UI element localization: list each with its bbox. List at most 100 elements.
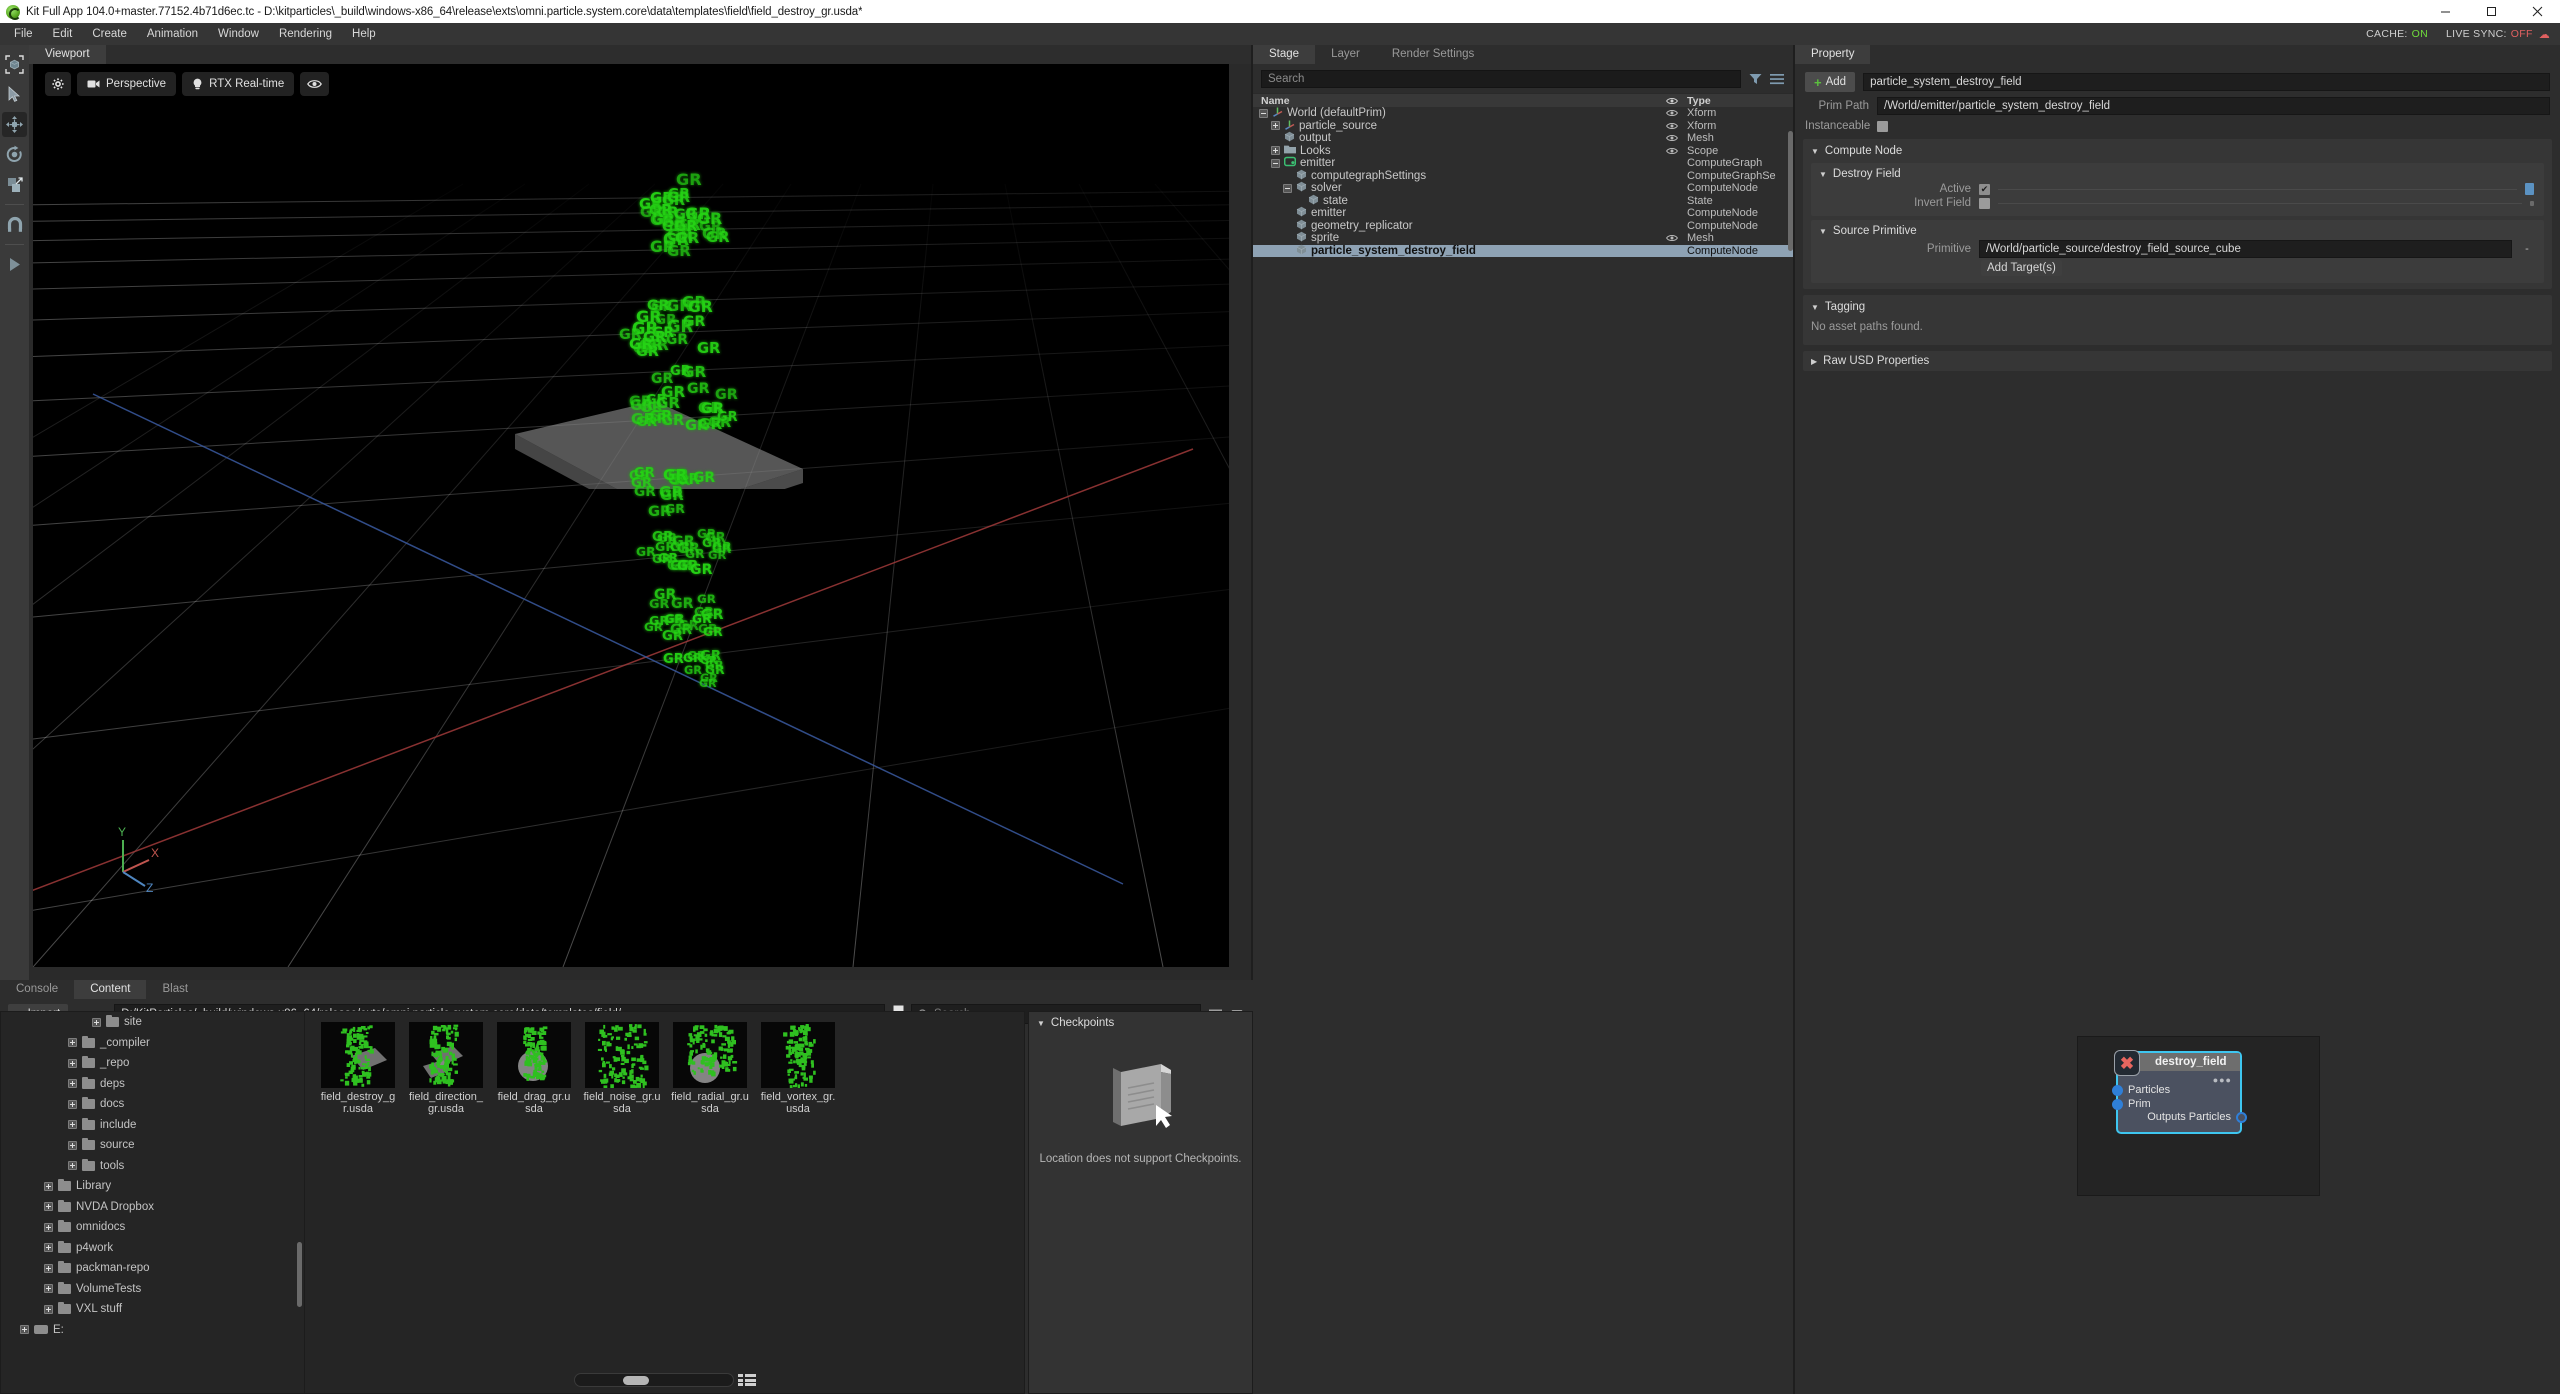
add-targets-button[interactable]: Add Target(s) — [1981, 260, 2062, 276]
tab-viewport[interactable]: Viewport — [29, 45, 106, 64]
folder-tree-row[interactable]: omnidocs — [1, 1217, 304, 1238]
file-card[interactable]: field_vortex_gr.usda — [759, 1022, 837, 1115]
viewport-settings-button[interactable] — [45, 72, 71, 96]
tab-console[interactable]: Console — [0, 980, 75, 999]
folder-expander-toggle[interactable] — [68, 1140, 77, 1150]
menu-help[interactable]: Help — [342, 24, 386, 44]
node-input-particles[interactable]: Particles — [2112, 1083, 2240, 1097]
tab-blast[interactable]: Blast — [146, 980, 205, 999]
folder-tree-row[interactable]: tools — [1, 1156, 304, 1177]
folder-tree-row[interactable]: E: — [1, 1320, 304, 1341]
folder-expander-toggle[interactable] — [44, 1243, 53, 1253]
stage-row-visibility-icon[interactable] — [1661, 147, 1683, 155]
prim-path-field[interactable]: /World/emitter/particle_system_destroy_f… — [1877, 97, 2550, 115]
source-primitive-section-header[interactable]: ▼ Source Primitive — [1811, 223, 2544, 239]
file-card[interactable]: field_radial_gr.usda — [671, 1022, 749, 1115]
stage-row-visibility-icon[interactable] — [1661, 234, 1683, 242]
stage-tree-row[interactable]: output Mesh — [1253, 132, 1793, 145]
stage-tree-row[interactable]: particle_system_destroy_field ComputeNode — [1253, 244, 1793, 257]
folder-tree-row[interactable]: deps — [1, 1074, 304, 1095]
folder-tree-scrollbar[interactable] — [297, 1242, 302, 1307]
stage-tree-row[interactable]: solver ComputeNode — [1253, 182, 1793, 195]
folder-tree-row[interactable]: VXL stuff — [1, 1299, 304, 1320]
tab-stage[interactable]: Stage — [1253, 45, 1316, 64]
stage-tree-row[interactable]: sprite Mesh — [1253, 232, 1793, 245]
stage-tree-row[interactable]: state State — [1253, 194, 1793, 208]
stage-tree-row[interactable]: emitter ComputeNode — [1253, 207, 1793, 220]
folder-tree-row[interactable]: source — [1, 1135, 304, 1156]
file-card[interactable]: field_drag_gr.usda — [495, 1022, 573, 1115]
node-graph-overlay[interactable]: destroy_field ✖ ●●● Particles Prim Outpu… — [2077, 1036, 2320, 1196]
camera-selector-button[interactable]: Perspective — [77, 72, 177, 96]
file-card[interactable]: field_noise_gr.usda — [583, 1022, 661, 1115]
invert-slider-knob[interactable] — [2530, 200, 2534, 206]
play-tool-icon[interactable] — [2, 252, 27, 277]
folder-tree-row[interactable]: site — [1, 1012, 304, 1033]
tree-expander-toggle[interactable] — [1271, 158, 1280, 168]
node-overflow-dots[interactable]: ●●● — [2213, 1075, 2232, 1085]
menu-rendering[interactable]: Rendering — [269, 24, 342, 44]
stage-filter-icon[interactable] — [1747, 71, 1763, 87]
active-slider-track[interactable] — [1998, 188, 2517, 190]
menu-animation[interactable]: Animation — [137, 24, 208, 44]
tab-property[interactable]: Property — [1795, 45, 1871, 64]
render-mode-button[interactable]: RTX Real-time — [182, 72, 295, 96]
minimize-button[interactable] — [2422, 0, 2468, 23]
tree-expander-toggle[interactable] — [1271, 121, 1280, 131]
folder-tree-row[interactable]: VolumeTests — [1, 1279, 304, 1300]
stage-tree-row[interactable]: World (defaultPrim) Xform — [1253, 107, 1793, 120]
stage-options-menu-icon[interactable] — [1769, 71, 1785, 87]
folder-expander-toggle[interactable] — [92, 1017, 101, 1027]
menu-file[interactable]: File — [4, 24, 43, 44]
folder-tree-row[interactable]: _repo — [1, 1053, 304, 1074]
file-card[interactable]: field_direction_gr.usda — [407, 1022, 485, 1115]
folder-expander-toggle[interactable] — [44, 1202, 53, 1212]
tree-expander-toggle[interactable] — [1259, 108, 1268, 118]
stage-row-visibility-icon[interactable] — [1661, 122, 1683, 130]
input-port-icon[interactable] — [2112, 1098, 2123, 1110]
stage-tree-row[interactable]: particle_source Xform — [1253, 120, 1793, 133]
raw-usd-section-header[interactable]: ▶ Raw USD Properties — [1803, 353, 2552, 369]
instanceable-checkbox[interactable] — [1877, 120, 1888, 132]
input-port-icon[interactable] — [2112, 1084, 2123, 1096]
folder-expander-toggle[interactable] — [44, 1263, 53, 1273]
stage-search-input[interactable]: Search — [1261, 70, 1741, 88]
stage-tree-row[interactable]: Looks Scope — [1253, 145, 1793, 158]
active-slider-knob[interactable] — [2525, 183, 2534, 195]
output-port-icon[interactable] — [2236, 1111, 2247, 1123]
stage-tree-row[interactable]: computegraphSettings ComputeGraphSe — [1253, 169, 1793, 183]
folder-tree[interactable]: site _compiler _repo deps docs include source t… — [0, 1011, 305, 1394]
primitive-remove-button[interactable]: - — [2520, 243, 2534, 255]
folder-expander-toggle[interactable] — [68, 1038, 77, 1048]
folder-tree-row[interactable]: include — [1, 1115, 304, 1136]
folder-tree-row[interactable]: packman-repo — [1, 1258, 304, 1279]
tab-render-settings[interactable]: Render Settings — [1375, 45, 1491, 64]
destroy-field-section-header[interactable]: ▼ Destroy Field — [1811, 166, 2544, 182]
rotate-tool-icon[interactable] — [2, 142, 27, 167]
folder-expander-toggle[interactable] — [44, 1284, 53, 1294]
thumbnail-size-slider-knob[interactable] — [622, 1376, 649, 1385]
folder-expander-toggle[interactable] — [68, 1058, 77, 1068]
folder-expander-toggle[interactable] — [44, 1222, 53, 1232]
file-card[interactable]: field_destroy_gr.usda — [319, 1022, 397, 1115]
node-output-particles[interactable]: Outputs Particles — [2147, 1111, 2247, 1123]
file-grid[interactable]: field_destroy_gr.usda field_direction_gr.… — [305, 1011, 1025, 1394]
folder-expander-toggle[interactable] — [68, 1120, 77, 1130]
stage-scrollbar[interactable] — [1788, 131, 1793, 251]
compute-node-section-header[interactable]: ▼ Compute Node — [1803, 143, 2552, 159]
folder-tree-row[interactable]: p4work — [1, 1238, 304, 1259]
thumbnail-size-slider[interactable] — [573, 1373, 734, 1387]
tree-expander-toggle[interactable] — [1271, 146, 1280, 156]
stage-tree-row[interactable]: geometry_replicator ComputeNode — [1253, 219, 1793, 233]
menu-window[interactable]: Window — [208, 24, 269, 44]
folder-expander-toggle[interactable] — [20, 1325, 29, 1335]
view-mode-toggle[interactable] — [737, 1373, 756, 1387]
stage-row-visibility-icon[interactable] — [1661, 134, 1683, 142]
maximize-button[interactable] — [2468, 0, 2514, 23]
folder-expander-toggle[interactable] — [68, 1161, 77, 1171]
snap-magnet-icon[interactable] — [2, 212, 27, 237]
prim-name-field[interactable]: particle_system_destroy_field — [1863, 73, 2550, 91]
destroy-field-node[interactable]: destroy_field ✖ ●●● Particles Prim Outpu… — [2112, 1050, 2247, 1134]
folder-expander-toggle[interactable] — [44, 1304, 53, 1314]
folder-expander-toggle[interactable] — [68, 1099, 77, 1109]
